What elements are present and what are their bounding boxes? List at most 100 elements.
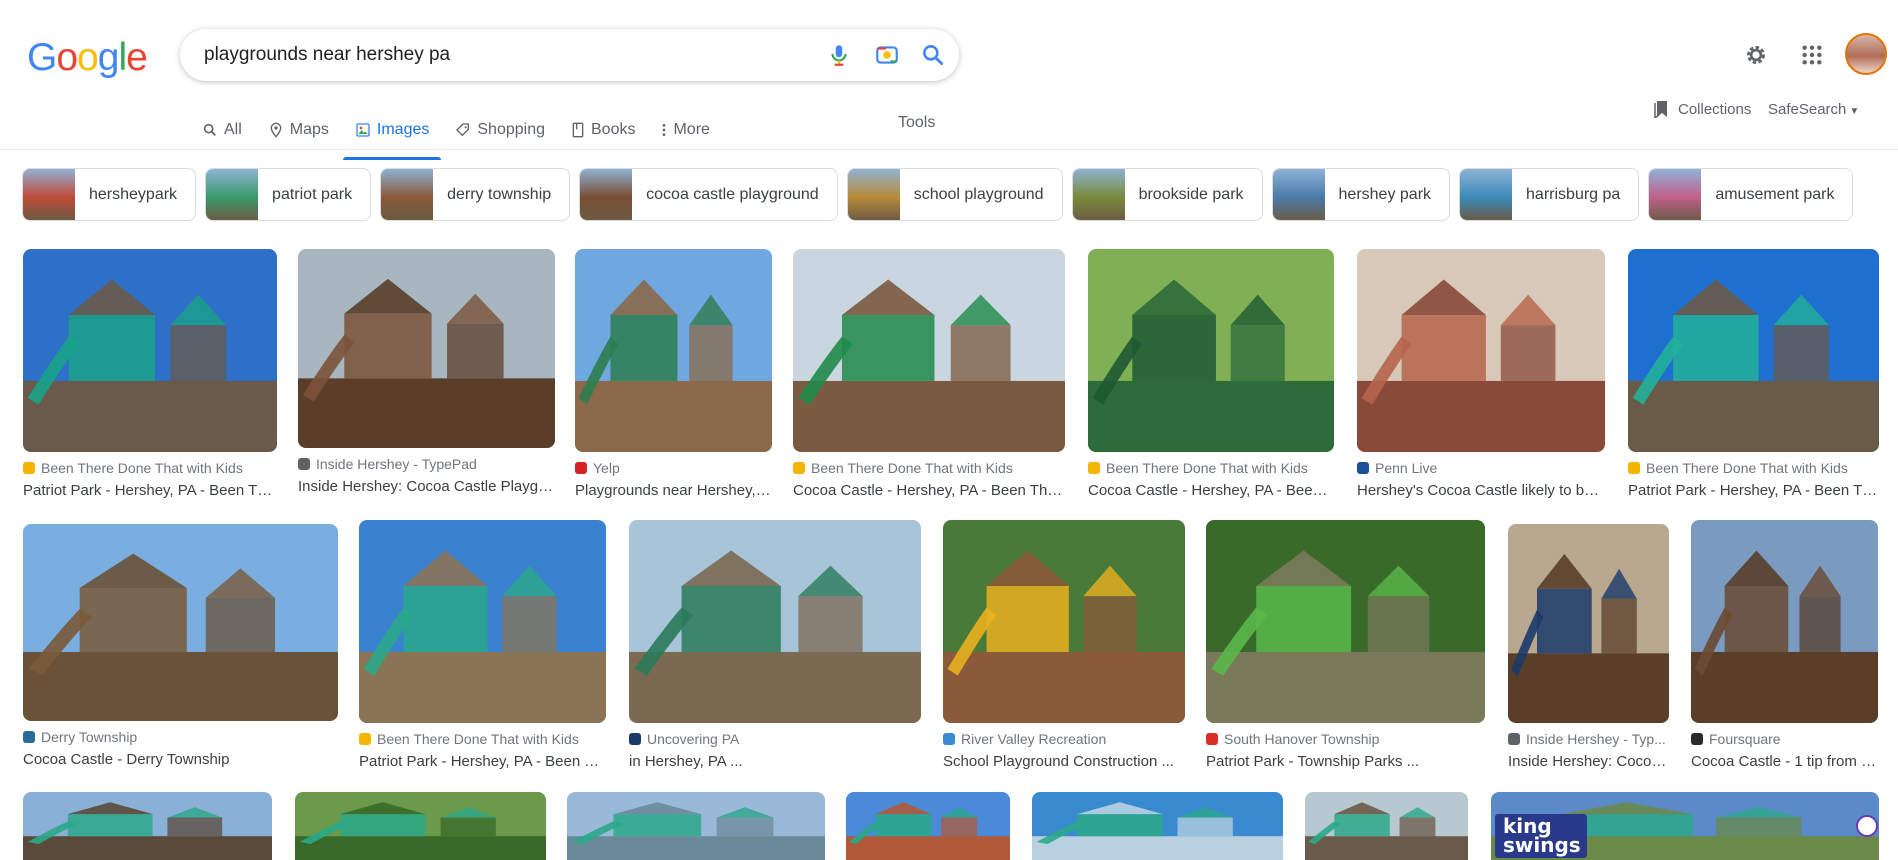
result-source[interactable]: River Valley Recreation xyxy=(943,731,1185,747)
image-result[interactable] xyxy=(846,792,1010,860)
result-title[interactable]: Playgrounds near Hershey, P... xyxy=(575,482,772,499)
result-thumbnail[interactable] xyxy=(23,249,277,452)
result-thumbnail[interactable] xyxy=(1508,524,1669,723)
result-source[interactable]: Inside Hershey - Typ... xyxy=(1508,731,1669,747)
result-thumbnail[interactable] xyxy=(846,792,1010,860)
chat-bubble-icon[interactable] xyxy=(1856,815,1878,837)
result-title[interactable]: Cocoa Castle - Derry Township xyxy=(23,751,338,768)
search-icon[interactable] xyxy=(920,42,946,68)
result-title[interactable]: Hershey's Cocoa Castle likely to be ... xyxy=(1357,482,1605,499)
result-title[interactable]: Cocoa Castle - Hershey, PA - Been T... xyxy=(1088,482,1334,499)
tab-label: Images xyxy=(376,121,430,138)
tab-maps[interactable]: Maps xyxy=(268,112,329,148)
result-thumbnail[interactable] xyxy=(1628,249,1879,452)
result-source[interactable]: South Hanover Township xyxy=(1206,731,1485,747)
image-result[interactable]: Been There Done That with Kids Cocoa Cast… xyxy=(793,249,1065,499)
collections-link[interactable]: Collections xyxy=(1654,100,1751,118)
image-result[interactable]: Been There Done That with Kids Patriot Pa… xyxy=(359,520,606,770)
google-logo[interactable]: Google xyxy=(27,36,148,80)
result-thumbnail[interactable] xyxy=(1032,792,1283,860)
result-source[interactable]: Yelp xyxy=(575,460,772,476)
image-result[interactable]: Been There Done That with Kids Cocoa Cast… xyxy=(1088,249,1334,499)
tab-books[interactable]: Books xyxy=(571,112,635,148)
related-search-chip[interactable]: brookside park xyxy=(1071,168,1263,221)
result-title[interactable]: in Hershey, PA ... xyxy=(629,753,921,770)
result-title[interactable]: Cocoa Castle - Hershey, PA - Been There … xyxy=(793,482,1065,499)
result-source[interactable]: Penn Live xyxy=(1357,460,1605,476)
result-thumbnail[interactable] xyxy=(359,520,606,723)
result-thumbnail[interactable]: king swings xyxy=(1491,792,1879,860)
result-source[interactable]: Foursquare xyxy=(1691,731,1878,747)
image-result[interactable] xyxy=(1032,792,1283,860)
result-thumbnail[interactable] xyxy=(1206,520,1485,723)
result-title[interactable]: Patriot Park - Township Parks ... xyxy=(1206,753,1485,770)
image-result[interactable]: king swings xyxy=(1491,792,1879,860)
result-title[interactable]: Patriot Park - Hershey, PA - Been The... xyxy=(359,753,606,770)
result-thumbnail[interactable] xyxy=(1305,792,1468,860)
result-source[interactable]: Derry Township xyxy=(23,729,338,745)
camera-lens-icon[interactable] xyxy=(874,42,900,68)
tools-button[interactable]: Tools xyxy=(898,114,935,132)
image-result[interactable]: River Valley Recreation School Playground… xyxy=(943,520,1185,770)
image-result[interactable]: Inside Hershey - Typ... Inside Hershey: C… xyxy=(1508,524,1669,770)
related-search-chip[interactable]: patriot park xyxy=(205,168,372,221)
search-input[interactable]: playgrounds near hershey pa xyxy=(204,44,450,66)
tab-images[interactable]: Images xyxy=(342,112,442,160)
result-source[interactable]: Been There Done That with Kids xyxy=(793,460,1065,476)
search-box[interactable]: playgrounds near hershey pa xyxy=(180,29,959,81)
related-search-chip[interactable]: harrisburg pa xyxy=(1459,168,1640,221)
tab-more[interactable]: More xyxy=(661,112,710,148)
related-search-chip[interactable]: derry township xyxy=(380,168,571,221)
related-search-chip[interactable]: cocoa castle playground xyxy=(579,168,838,221)
result-thumbnail[interactable] xyxy=(1691,520,1878,723)
related-search-chip[interactable]: hersheypark xyxy=(22,168,197,221)
result-source[interactable]: Inside Hershey - TypePad xyxy=(298,456,555,472)
image-result[interactable]: Been There Done That with Kids Patriot Pa… xyxy=(23,249,277,499)
image-result[interactable]: Penn Live Hershey's Cocoa Castle likely t… xyxy=(1357,249,1605,499)
result-title[interactable]: Inside Hershey: Cocoa ... xyxy=(1508,753,1669,770)
image-result[interactable] xyxy=(295,792,546,860)
image-result[interactable]: Foursquare Cocoa Castle - 1 tip from 2... xyxy=(1691,520,1878,770)
result-source[interactable]: Been There Done That with Kids xyxy=(359,731,606,747)
result-title[interactable]: Inside Hershey: Cocoa Castle Playgro... xyxy=(298,478,555,495)
image-result[interactable] xyxy=(1305,792,1468,860)
result-thumbnail[interactable] xyxy=(1357,249,1605,452)
result-title[interactable]: School Playground Construction ... xyxy=(943,753,1185,770)
result-thumbnail[interactable] xyxy=(575,249,772,452)
result-thumbnail[interactable] xyxy=(567,792,825,860)
image-result[interactable]: Inside Hershey - TypePad Inside Hershey: … xyxy=(298,249,555,495)
result-thumbnail[interactable] xyxy=(793,249,1065,452)
image-result[interactable] xyxy=(23,792,272,860)
gear-icon[interactable] xyxy=(1743,42,1769,68)
result-thumbnail[interactable] xyxy=(629,520,921,723)
mic-icon[interactable] xyxy=(826,42,852,68)
result-title[interactable]: Cocoa Castle - 1 tip from 2... xyxy=(1691,753,1878,770)
result-thumbnail[interactable] xyxy=(1088,249,1334,452)
result-source[interactable]: Been There Done That with Kids xyxy=(23,460,277,476)
related-search-chip[interactable]: hershey park xyxy=(1271,168,1451,221)
safesearch-menu[interactable]: SafeSearch ▼ xyxy=(1768,101,1859,118)
result-thumbnail[interactable] xyxy=(298,249,555,448)
tab-shopping[interactable]: Shopping xyxy=(455,112,545,148)
image-result[interactable] xyxy=(567,792,825,860)
image-result[interactable]: Derry Township Cocoa Castle - Derry Towns… xyxy=(23,524,338,768)
apps-grid-icon[interactable] xyxy=(1801,44,1823,66)
image-result[interactable]: South Hanover Township Patriot Park - Tow… xyxy=(1206,520,1485,770)
result-title[interactable]: Patriot Park - Hershey, PA - Been Ther..… xyxy=(23,482,277,499)
avatar[interactable] xyxy=(1845,33,1887,75)
result-source[interactable]: Been There Done That with Kids xyxy=(1628,460,1879,476)
result-title[interactable]: Patriot Park - Hershey, PA - Been The... xyxy=(1628,482,1879,499)
image-result[interactable]: Yelp Playgrounds near Hershey, P... xyxy=(575,249,772,499)
related-search-chip[interactable]: amusement park xyxy=(1648,168,1854,221)
result-thumbnail[interactable] xyxy=(943,520,1185,723)
result-thumbnail[interactable] xyxy=(23,524,338,721)
result-thumbnail[interactable] xyxy=(295,792,546,860)
result-source[interactable]: Been There Done That with Kids xyxy=(1088,460,1334,476)
related-search-chip[interactable]: school playground xyxy=(846,168,1063,221)
tab-all[interactable]: All xyxy=(202,112,242,148)
image-result[interactable]: Uncovering PA in Hershey, PA ... xyxy=(629,520,921,770)
image-result[interactable]: Been There Done That with Kids Patriot Pa… xyxy=(1628,249,1879,499)
result-thumbnail[interactable] xyxy=(23,792,272,860)
result-source[interactable]: Uncovering PA xyxy=(629,731,921,747)
favicon-icon xyxy=(1088,462,1100,474)
